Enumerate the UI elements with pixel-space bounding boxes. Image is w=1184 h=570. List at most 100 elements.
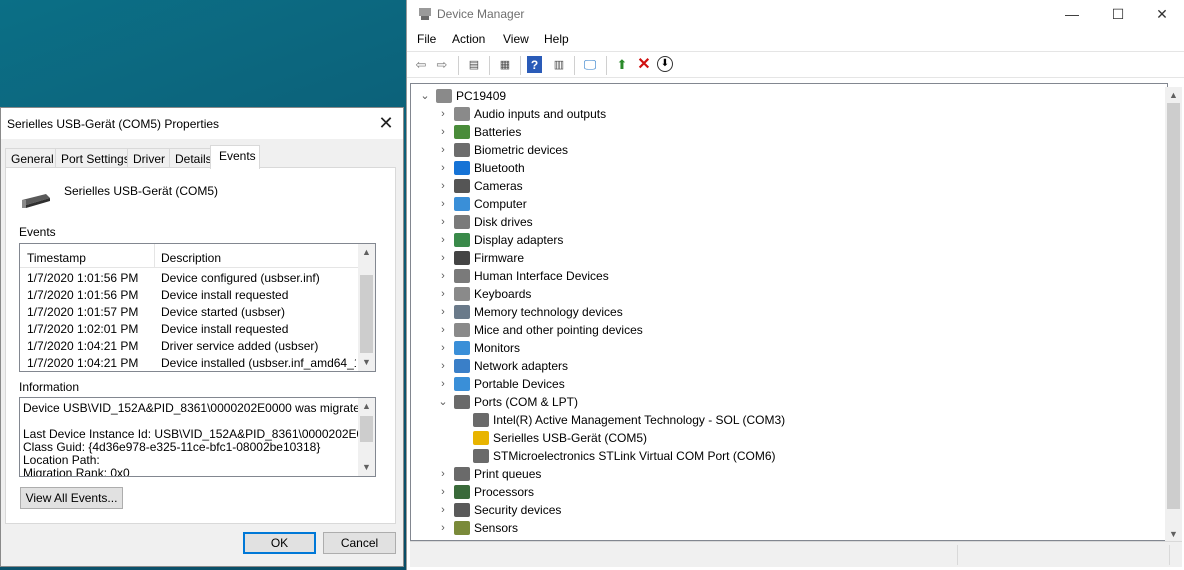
- tree-device-label: Intel(R) Active Management Technology - …: [493, 413, 786, 427]
- event-row[interactable]: 1/7/2020 1:04:21 PM Driver service added …: [20, 337, 358, 354]
- expand-icon[interactable]: ›: [437, 141, 449, 159]
- event-timestamp: 1/7/2020 1:02:01 PM: [27, 322, 139, 336]
- update-driver-icon[interactable]: ⬆: [613, 56, 631, 74]
- memory-icon: [454, 305, 470, 319]
- properties-icon[interactable]: ▦: [496, 56, 514, 74]
- tree-device-label: STMicroelectronics STLink Virtual COM Po…: [493, 449, 776, 463]
- forward-icon[interactable]: ⇨: [433, 56, 451, 74]
- device-tree[interactable]: ⌄ PC19409 › Audio inputs and outputs › Batt…: [410, 83, 1168, 541]
- tab-driver[interactable]: Driver: [127, 148, 170, 168]
- menu-file[interactable]: File: [417, 32, 436, 46]
- tab-events[interactable]: Events: [210, 145, 260, 169]
- event-row[interactable]: 1/7/2020 1:02:01 PM Device install reques…: [20, 320, 358, 337]
- expand-icon[interactable]: ›: [437, 465, 449, 483]
- event-timestamp: 1/7/2020 1:04:21 PM: [27, 339, 139, 353]
- expand-icon[interactable]: ›: [437, 321, 449, 339]
- tree-category-label: Monitors: [474, 341, 521, 355]
- expand-icon[interactable]: ›: [437, 357, 449, 375]
- tree-category-label: Biometric devices: [474, 143, 569, 157]
- event-timestamp: 1/7/2020 1:04:21 PM: [27, 356, 139, 370]
- scroll-thumb[interactable]: [1167, 103, 1180, 509]
- toolbar: ⇦ ⇨ ▤ ▦ ? ▥ 🖵 ⬆ ✕ ⬇: [407, 51, 1184, 78]
- tree-category-label: Firmware: [474, 251, 524, 265]
- expand-icon[interactable]: ›: [437, 213, 449, 231]
- scroll-down-icon[interactable]: ▼: [1165, 526, 1182, 542]
- expand-icon[interactable]: ›: [437, 195, 449, 213]
- information-box[interactable]: Device USB\VID_152A&PID_8361\0000202E000…: [19, 397, 376, 477]
- keyboard-icon: [454, 287, 470, 301]
- expand-icon[interactable]: ›: [437, 519, 449, 537]
- view-all-events-button[interactable]: View All Events...: [20, 487, 123, 509]
- expand-icon[interactable]: ›: [437, 285, 449, 303]
- event-row[interactable]: 1/7/2020 1:01:57 PM Device started (usbse…: [20, 303, 358, 320]
- expand-icon[interactable]: ›: [437, 105, 449, 123]
- expand-icon[interactable]: ›: [437, 249, 449, 267]
- menu-help[interactable]: Help: [544, 32, 569, 46]
- device-name: Serielles USB-Gerät (COM5): [64, 184, 219, 198]
- scroll-down-icon[interactable]: ▼: [358, 459, 375, 476]
- tab-port-settings[interactable]: Port Settings: [55, 148, 135, 168]
- dm-title: Device Manager: [437, 7, 525, 21]
- tree-category-label: Ports (COM & LPT): [474, 395, 579, 409]
- scroll-up-icon[interactable]: ▲: [358, 398, 375, 415]
- minimize-icon[interactable]: —: [1049, 0, 1095, 30]
- events-list[interactable]: Timestamp Description 1/7/2020 1:01:56 P…: [19, 243, 376, 372]
- column-timestamp[interactable]: Timestamp: [27, 251, 86, 265]
- scroll-down-icon[interactable]: ▼: [358, 354, 375, 371]
- expand-icon[interactable]: ›: [437, 231, 449, 249]
- expand-icon[interactable]: ›: [437, 501, 449, 519]
- column-description[interactable]: Description: [161, 251, 221, 265]
- scan-hardware-icon[interactable]: 🖵: [581, 56, 599, 74]
- tree-category-label: Disk drives: [474, 215, 533, 229]
- collapse-icon[interactable]: ⌄: [419, 87, 431, 105]
- battery-icon: [454, 125, 470, 139]
- action-pane-icon[interactable]: ▥: [550, 56, 568, 74]
- cancel-button[interactable]: Cancel: [323, 532, 396, 554]
- computer-icon: [454, 197, 470, 211]
- uninstall-device-icon[interactable]: ✕: [635, 56, 653, 74]
- show-hide-console-tree-icon[interactable]: ▤: [465, 56, 483, 74]
- portable-device-icon: [454, 377, 470, 391]
- collapse-icon[interactable]: ⌄: [437, 393, 449, 411]
- event-row[interactable]: 1/7/2020 1:04:21 PM Device installed (usb…: [20, 354, 358, 371]
- scroll-up-icon[interactable]: ▲: [358, 244, 375, 261]
- network-icon: [454, 359, 470, 373]
- tree-category-label: Human Interface Devices: [474, 269, 609, 283]
- properties-dialog: Serielles USB-Gerät (COM5) Properties ✕ …: [0, 107, 404, 567]
- tree-category-label: Print queues: [474, 467, 542, 481]
- help-icon[interactable]: ?: [527, 56, 542, 73]
- close-icon[interactable]: ✕: [373, 111, 399, 135]
- maximize-icon[interactable]: ☐: [1095, 0, 1141, 30]
- scroll-up-icon[interactable]: ▲: [1165, 87, 1182, 103]
- expand-icon[interactable]: ›: [437, 483, 449, 501]
- disable-device-icon[interactable]: ⬇: [657, 56, 673, 72]
- tree-category-label: Mice and other pointing devices: [474, 323, 643, 337]
- event-row[interactable]: 1/7/2020 1:01:56 PM Device configured (us…: [20, 269, 358, 286]
- expand-icon[interactable]: ›: [437, 267, 449, 285]
- expand-icon[interactable]: ›: [437, 303, 449, 321]
- back-icon[interactable]: ⇦: [412, 56, 430, 74]
- tree-category-label: Computer: [474, 197, 527, 211]
- display-adapter-icon: [454, 233, 470, 247]
- tree-root-label: PC19409: [456, 89, 507, 103]
- ok-button[interactable]: OK: [243, 532, 316, 554]
- menu-view[interactable]: View: [503, 32, 529, 46]
- port-icon: [454, 395, 470, 409]
- expand-icon[interactable]: ›: [437, 123, 449, 141]
- events-scrollbar[interactable]: ▲ ▼: [358, 244, 375, 371]
- event-row[interactable]: 1/7/2020 1:01:56 PM Device install reques…: [20, 286, 358, 303]
- expand-icon[interactable]: ›: [437, 375, 449, 393]
- scroll-thumb[interactable]: [360, 275, 373, 353]
- expand-icon[interactable]: ›: [437, 159, 449, 177]
- close-icon[interactable]: ✕: [1139, 0, 1184, 30]
- info-line: Location Path:: [23, 453, 100, 467]
- menu-action[interactable]: Action: [452, 32, 485, 46]
- expand-icon[interactable]: ›: [437, 339, 449, 357]
- expand-icon[interactable]: ›: [437, 177, 449, 195]
- tab-general[interactable]: General: [5, 148, 59, 168]
- info-scrollbar[interactable]: ▲ ▼: [358, 398, 375, 476]
- event-timestamp: 1/7/2020 1:01:56 PM: [27, 271, 139, 285]
- scroll-thumb[interactable]: [360, 416, 373, 442]
- tree-scrollbar[interactable]: ▲ ▼: [1165, 87, 1182, 542]
- event-timestamp: 1/7/2020 1:01:56 PM: [27, 288, 139, 302]
